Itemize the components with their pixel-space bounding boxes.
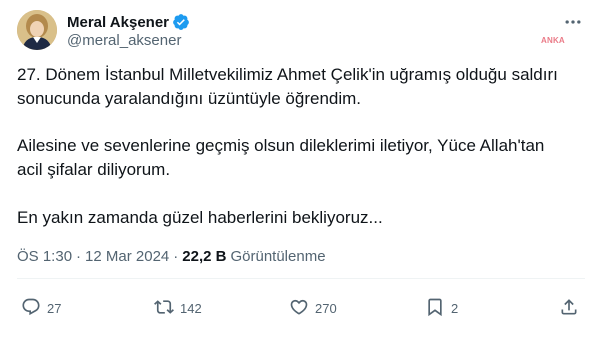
bookmark-icon [425,297,445,320]
tweet-meta: ÖS 1:30 · 12 Mar 2024 · 22,2 B Görüntüle… [17,248,326,265]
like-button[interactable]: 270 [289,294,337,322]
reply-count: 27 [47,300,62,316]
tweet-line: En yakın zamanda güzel haberlerini bekli… [17,208,383,227]
repost-button[interactable]: 142 [154,294,202,322]
tweet-paragraph: En yakın zamanda güzel haberlerini bekli… [17,206,383,230]
views-count: 22,2 B [182,248,227,265]
svg-text:ANKA: ANKA [541,36,565,45]
divider [17,278,585,279]
repost-count: 142 [180,300,202,316]
author-handle[interactable]: @meral_aksener [67,32,181,49]
action-bar: 27 142 270 2 [17,294,585,322]
tweet-paragraph: 27. Dönem İstanbul Milletvekilimiz Ahmet… [17,63,558,111]
tweet-line: Ailesine ve sevenlerine geçmiş olsun dil… [17,136,545,155]
more-icon[interactable] [561,12,585,32]
repost-icon [154,297,174,320]
bookmark-count: 2 [451,300,459,316]
tweet-time[interactable]: ÖS 1:30 [17,248,72,265]
avatar[interactable] [17,10,57,50]
share-icon [559,297,579,320]
tweet-paragraph: Ailesine ve sevenlerine geçmiş olsun dil… [17,134,544,182]
meta-separator: · [173,248,179,265]
like-count: 270 [315,300,337,316]
author-display-name[interactable]: Meral Akşener [67,14,169,31]
tweet-line: 27. Dönem İstanbul Milletvekilimiz Ahmet… [17,65,558,84]
watermark-logo: ANKA [541,35,567,47]
bookmark-button[interactable]: 2 [425,294,458,322]
reply-button[interactable]: 27 [21,294,61,322]
share-button[interactable] [559,294,579,322]
like-icon [289,297,309,320]
tweet-date[interactable]: 12 Mar 2024 [85,248,169,265]
views-label: Görüntülenme [230,248,326,265]
reply-icon [21,297,41,320]
tweet-line: sonucunda yaralandığını üzüntüyle öğrend… [17,89,362,108]
tweet-line: acil şifalar diliyorum. [17,160,171,179]
meta-separator: · [76,248,82,265]
verified-badge-icon [172,13,190,31]
tweet-card[interactable]: Meral Akşener @meral_aksener ANKA 27. Dö… [0,0,601,344]
